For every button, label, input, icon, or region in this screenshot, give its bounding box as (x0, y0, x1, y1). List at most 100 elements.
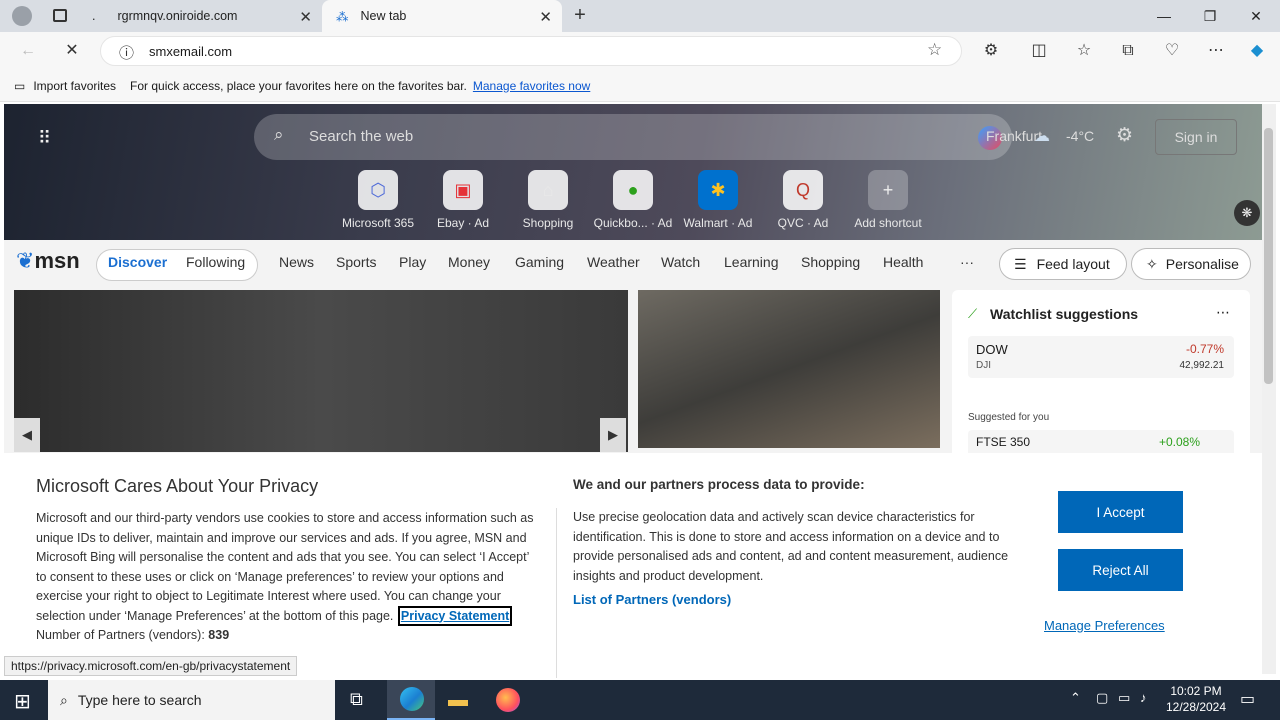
nav-play[interactable]: Play (399, 254, 426, 270)
shortcut-walmart[interactable]: ✱ Walmart · Ad (678, 170, 758, 230)
address-bar[interactable]: ⓘ smxemail.com ☆ (100, 36, 962, 66)
import-favorites-button[interactable]: Import favorites (33, 79, 116, 93)
nav-health[interactable]: Health (883, 254, 923, 270)
import-favorites-icon[interactable]: ▭ (14, 79, 25, 93)
watchlist-title: Watchlist suggestions (990, 306, 1139, 322)
quickbooks-icon: ● (613, 170, 653, 210)
notifications-icon[interactable]: ▭ (1240, 689, 1255, 709)
tab-favicon: ⁂ (336, 9, 349, 24)
volume-icon[interactable]: ♪ (1140, 690, 1147, 705)
shortcut-microsoft-365[interactable]: ⬡ Microsoft 365 (338, 170, 418, 230)
favorites-bar: ▭ Import favorites For quick access, pla… (0, 70, 1280, 102)
nav-money[interactable]: Money (448, 254, 490, 270)
nav-news[interactable]: News (279, 254, 314, 270)
info-icon[interactable]: ⓘ (119, 42, 134, 63)
sign-in-button[interactable]: Sign in (1155, 119, 1237, 155)
accept-button[interactable]: I Accept (1058, 491, 1183, 533)
windows-start-icon[interactable]: ⊞ (14, 689, 31, 714)
nav-more-icon[interactable]: ··· (960, 254, 974, 270)
manage-favorites-link[interactable]: Manage favorites now (473, 79, 590, 93)
divider (556, 508, 557, 678)
privacy-title: Microsoft Cares About Your Privacy (36, 476, 319, 496)
new-tab-plus-icon[interactable]: + (568, 4, 592, 28)
carousel-prev-icon[interactable]: ◀ (14, 418, 40, 452)
tab-new-tab[interactable]: ⁂ New tab ✕ (322, 0, 562, 32)
sliders-icon: ☰ (1014, 255, 1027, 272)
tab-actions-icon[interactable] (53, 9, 67, 22)
favorites-icon[interactable]: ☆ (1073, 40, 1095, 62)
privacy-statement-link[interactable]: Privacy Statement (397, 605, 513, 626)
file-explorer-icon[interactable]: ▬ (448, 689, 468, 712)
profile-icon[interactable] (12, 6, 32, 26)
tray-chevron-icon[interactable]: ⌃ (1070, 690, 1081, 706)
walmart-icon: ✱ (698, 170, 738, 210)
browser-essentials-icon[interactable]: ♡ (1161, 40, 1183, 62)
watchlist-item[interactable]: DOW DJI -0.77% 42,992.21 (968, 336, 1234, 378)
shortcut-ebay[interactable]: ▣ Ebay · Ad (423, 170, 503, 230)
personalise-button[interactable]: ✧ Personalise (1131, 248, 1251, 280)
carousel-next-icon[interactable]: ▶ (600, 418, 626, 452)
more-menu-icon[interactable]: ⋯ (1205, 40, 1227, 62)
settings-gear-icon[interactable]: ⚙ (1116, 124, 1133, 147)
nav-weather[interactable]: Weather (587, 254, 640, 270)
minimize-icon[interactable]: — (1141, 0, 1187, 32)
cloud-icon: ☁ (1034, 128, 1050, 145)
temperature[interactable]: -4°C (1066, 128, 1094, 144)
network-icon[interactable]: ▭ (1118, 690, 1130, 706)
stop-loading-icon[interactable]: ✕ (61, 40, 83, 62)
partners-title: We and our partners process data to prov… (573, 477, 865, 492)
reject-all-button[interactable]: Reject All (1058, 549, 1183, 591)
taskbar-search[interactable]: ⌕ Type here to search (48, 680, 335, 720)
shortcut-quickbooks[interactable]: ● Quickbo... · Ad (593, 170, 673, 230)
close-tab-icon[interactable]: ✕ (539, 8, 552, 26)
feed-layout-button[interactable]: ☰ Feed layout (999, 248, 1127, 280)
tab-rgrmnqv[interactable]: . rgrmnqv.oniroide.com ✕ (84, 0, 322, 32)
hero-banner: ⠿ ⌕ Search the web Frankfurt ☁ -4°C ⚙ Si… (4, 104, 1262, 240)
task-view-icon[interactable]: ⧉ (350, 689, 363, 710)
nav-discover[interactable]: Discover (108, 254, 167, 270)
status-bar-url: https://privacy.microsoft.com/en-gb/priv… (4, 656, 298, 676)
tray-device-icon[interactable]: ▢ (1096, 690, 1108, 706)
copilot-icon[interactable]: ◆ (1246, 40, 1268, 62)
microsoft-365-icon: ⬡ (358, 170, 398, 210)
watchlist-card: ⟋ Watchlist suggestions ⋯ DOW DJI -0.77%… (952, 290, 1250, 460)
nav-sports[interactable]: Sports (336, 254, 376, 270)
background-toggle-icon[interactable]: ❋ (1234, 200, 1260, 226)
favorite-star-icon[interactable]: ☆ (927, 40, 942, 60)
clock[interactable]: 10:02 PM 12/28/2024 (1160, 683, 1232, 715)
split-screen-icon[interactable]: ◫ (1028, 40, 1050, 62)
restore-icon[interactable]: ❐ (1187, 0, 1233, 32)
watchlist-more-icon[interactable]: ⋯ (1216, 304, 1230, 321)
scrollbar-thumb[interactable] (1264, 128, 1273, 384)
nav-learning[interactable]: Learning (724, 254, 779, 270)
news-card-secondary[interactable] (638, 290, 940, 448)
news-card-main[interactable]: ◀ ▶ (14, 290, 628, 452)
search-icon: ⌕ (274, 125, 284, 144)
privacy-body: Microsoft and our third-party vendors us… (36, 509, 542, 646)
tab-favicon: . (92, 9, 96, 23)
nav-gaming[interactable]: Gaming (515, 254, 564, 270)
extensions-icon[interactable]: ⚙ (980, 40, 1002, 62)
search-box[interactable]: ⌕ Search the web (254, 114, 1012, 160)
nav-following[interactable]: Following (186, 254, 245, 270)
partners-list-link[interactable]: List of Partners (vendors) (573, 592, 731, 607)
nav-shopping[interactable]: Shopping (801, 254, 860, 270)
firefox-icon[interactable] (496, 688, 520, 712)
shortcut-qvc[interactable]: Q QVC · Ad (763, 170, 843, 230)
close-tab-icon[interactable]: ✕ (299, 8, 312, 26)
edge-taskbar-button[interactable] (387, 680, 435, 720)
nav-watch[interactable]: Watch (661, 254, 700, 270)
manage-preferences-link[interactable]: Manage Preferences (1044, 618, 1165, 633)
close-window-icon[interactable]: ✕ (1233, 0, 1279, 32)
shortcut-shopping[interactable]: ⌂ Shopping (508, 170, 588, 230)
url-text: smxemail.com (149, 44, 233, 59)
msn-nav: ❦msn Discover Following News Sports Play… (4, 240, 1262, 290)
collections-icon[interactable]: ⧉ (1117, 40, 1139, 62)
qvc-icon: Q (783, 170, 823, 210)
shortcut-add[interactable]: + Add shortcut (848, 170, 928, 230)
apps-grid-icon[interactable]: ⠿ (38, 128, 51, 149)
search-placeholder: Search the web (309, 128, 414, 145)
tab-bar: . rgrmnqv.oniroide.com ✕ ⁂ New tab ✕ + —… (0, 0, 1280, 32)
msn-logo[interactable]: ❦msn (16, 248, 80, 274)
back-arrow-icon[interactable]: ← (17, 40, 39, 62)
